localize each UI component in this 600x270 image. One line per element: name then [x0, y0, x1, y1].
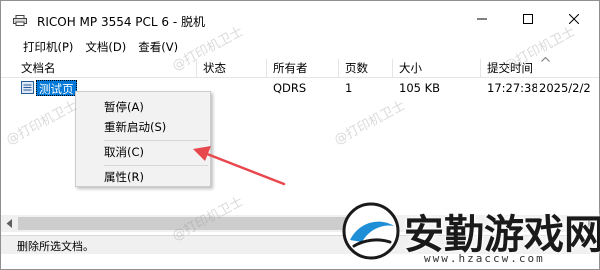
column-submitted-label: 提交时间 [487, 61, 533, 75]
menu-bar: 打印机(P) 文档(D) 查看(V) [1, 37, 599, 57]
row-document-name[interactable]: 测试页 [36, 80, 77, 96]
row-pages: 1 [345, 81, 353, 95]
title-bar[interactable]: RICOH MP 3554 PCL 6 - 脱机 [1, 1, 599, 37]
row-submitted-time: 17:27:38 [487, 81, 537, 95]
brand-url: www.hzaccw.com [424, 252, 545, 265]
minimize-icon [477, 18, 487, 20]
context-menu-properties[interactable]: 属性(R) [104, 168, 144, 186]
context-menu-pause[interactable]: 暂停(A) [104, 98, 144, 116]
status-text: 删除所选文档。 [17, 240, 94, 253]
maximize-button[interactable] [505, 1, 551, 37]
close-button[interactable] [551, 1, 597, 37]
column-pages-label: 页数 [345, 61, 368, 75]
scroll-thumb[interactable] [18, 217, 388, 230]
minimize-button[interactable] [459, 1, 505, 37]
brand-logo: 安勤游戏网 www.hzaccw.com [340, 196, 600, 268]
column-document-name-label: 文档名 [21, 61, 56, 75]
maximize-icon [523, 14, 533, 24]
column-size-label: 大小 [399, 61, 422, 75]
sort-arrow-icon [541, 57, 550, 62]
menu-printer[interactable]: 打印机(P) [15, 37, 79, 57]
menu-document[interactable]: 文档(D) [79, 37, 132, 57]
scroll-left-button[interactable] [1, 215, 18, 232]
row-owner: QDRS [273, 81, 307, 95]
context-menu-restart[interactable]: 重新启动(S) [104, 118, 166, 136]
context-menu-separator [104, 165, 208, 166]
document-icon [21, 81, 34, 94]
column-pages[interactable]: 页数 [339, 59, 393, 77]
chevron-left-icon [6, 219, 12, 228]
column-status[interactable]: 状态 [197, 59, 267, 77]
column-submitted[interactable]: 提交时间 [481, 57, 599, 77]
column-size[interactable]: 大小 [393, 59, 481, 77]
column-document-name[interactable]: 文档名 [15, 59, 197, 77]
column-owner-label: 所有者 [273, 61, 308, 75]
row-submitted-date: 2025/2/2 [539, 81, 591, 95]
context-menu-cancel[interactable]: 取消(C) [104, 143, 144, 161]
close-icon [569, 14, 579, 24]
window-title: RICOH MP 3554 PCL 6 - 脱机 [37, 15, 206, 29]
column-owner[interactable]: 所有者 [267, 59, 339, 77]
brand-mark-icon [342, 202, 400, 260]
printer-icon [13, 15, 27, 26]
context-menu: 暂停(A) 重新启动(S) 取消(C) 属性(R) [75, 91, 211, 187]
menu-view[interactable]: 查看(V) [132, 37, 184, 57]
column-header: 文档名 状态 所有者 页数 大小 提交时间 [1, 57, 599, 78]
column-status-label: 状态 [203, 61, 226, 75]
context-menu-separator [104, 140, 208, 141]
row-size: 105 KB [399, 81, 441, 95]
